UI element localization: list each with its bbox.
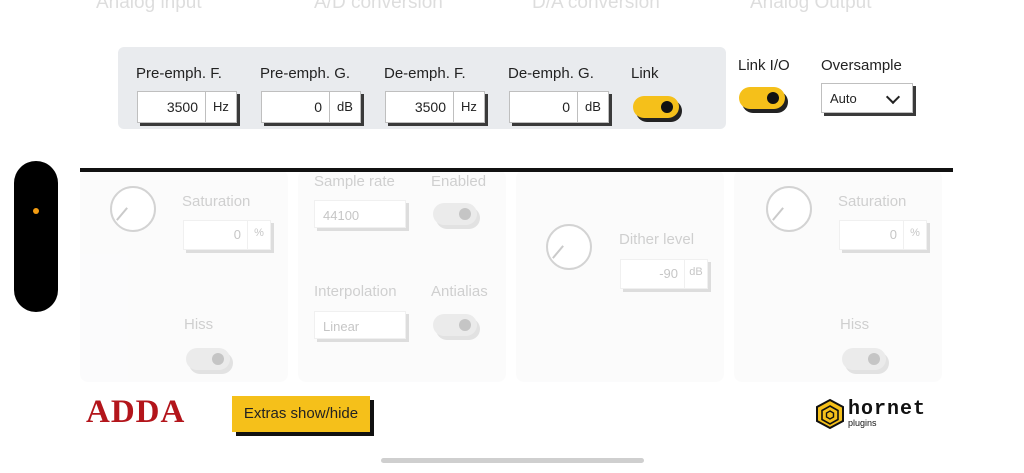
analog-output-saturation-field[interactable]: 0 % (839, 220, 927, 250)
link-io-toggle-knob (767, 92, 779, 104)
link-toggle-knob (661, 101, 673, 113)
pre-emph-g-label: Pre-emph. G. (260, 65, 351, 82)
de-emph-f-field[interactable]: 3500 Hz (385, 91, 485, 123)
analog-input-saturation-unit: % (247, 221, 270, 249)
pre-emph-f-unit: Hz (205, 92, 236, 122)
antialias-toggle[interactable] (433, 314, 477, 336)
de-emph-g-field[interactable]: 0 dB (509, 91, 609, 123)
extras-toggle-button[interactable]: Extras show/hide (232, 396, 370, 432)
oversample-select[interactable]: Auto (821, 83, 913, 113)
analog-input-hiss-toggle[interactable] (186, 348, 230, 370)
de-emph-g-label: De-emph. G. (508, 65, 594, 82)
interpolation-select[interactable]: Linear (314, 311, 406, 339)
de-emph-g-value[interactable]: 0 (510, 92, 577, 122)
chevron-down-icon (885, 89, 901, 105)
adda-logo: ADDA (86, 394, 186, 430)
de-emph-f-label: De-emph. F. (384, 65, 466, 82)
dither-level-value: -90 (659, 266, 678, 281)
analog-input-knob[interactable] (110, 186, 156, 232)
analog-input-hiss-label: Hiss (184, 316, 214, 333)
de-emph-f-unit: Hz (453, 92, 484, 122)
de-emph-g-unit: dB (577, 92, 608, 122)
handle-indicator-dot (33, 208, 39, 214)
analog-output-knob[interactable] (766, 186, 812, 232)
pre-emph-g-unit: dB (329, 92, 360, 122)
oversample-label: Oversample (821, 57, 902, 74)
link-io-toggle[interactable] (739, 87, 785, 109)
hornet-hexagon-icon (816, 398, 844, 430)
enabled-toggle[interactable] (433, 203, 477, 225)
side-drawer-handle[interactable] (14, 161, 58, 312)
pre-emph-f-value[interactable]: 3500 (138, 92, 205, 122)
analog-output-hiss-label: Hiss (840, 316, 870, 333)
pre-emph-g-value[interactable]: 0 (262, 92, 329, 122)
pre-emph-f-label: Pre-emph. F. (136, 65, 222, 82)
pre-emph-g-field[interactable]: 0 dB (261, 91, 361, 123)
analog-input-saturation-value: 0 (233, 227, 241, 242)
dither-level-field[interactable]: -90 dB (620, 259, 708, 289)
analog-output-saturation-unit: % (903, 221, 926, 249)
sample-rate-select[interactable]: 44100 (314, 200, 406, 228)
analog-output-saturation-label: Saturation (838, 193, 907, 210)
enabled-label: Enabled (431, 173, 487, 190)
pre-emph-f-field[interactable]: 3500 Hz (137, 91, 237, 123)
hornet-subtitle: plugins (848, 418, 877, 428)
interpolation-label: Interpolation (314, 283, 397, 300)
link-toggle[interactable] (633, 96, 679, 118)
home-indicator[interactable] (381, 458, 644, 463)
hornet-plugins-logo: hornet plugins (814, 398, 944, 432)
analog-output-saturation-value: 0 (889, 227, 897, 242)
oversample-value: Auto (830, 91, 857, 106)
link-label: Link (631, 65, 659, 82)
dither-level-unit: dB (684, 260, 707, 288)
analog-input-saturation-field[interactable]: 0 % (183, 220, 271, 250)
section-divider (80, 168, 953, 172)
de-emph-f-value[interactable]: 3500 (386, 92, 453, 122)
link-io-label: Link I/O (738, 57, 790, 74)
dither-knob[interactable] (546, 224, 592, 270)
dither-level-label: Dither level (619, 231, 695, 248)
sample-rate-label: Sample rate (314, 173, 395, 190)
analog-output-hiss-toggle[interactable] (842, 348, 886, 370)
analog-input-saturation-label: Saturation (182, 193, 251, 210)
antialias-label: Antialias (431, 283, 488, 300)
